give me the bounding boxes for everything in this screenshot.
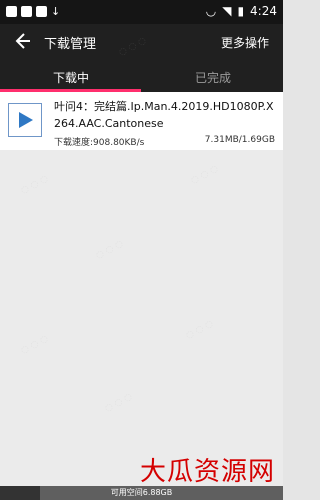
tab-bar: 下载中 已完成	[0, 60, 283, 92]
storage-bar: 可用空间6.88GB	[0, 486, 283, 500]
play-icon[interactable]	[8, 103, 42, 137]
status-icons-right: ◡ ◥ ▮ 4:24	[206, 4, 277, 18]
brand-watermark: 大瓜资源网	[139, 457, 275, 487]
signal-icon: ◥	[222, 4, 232, 18]
notification-icon	[6, 6, 17, 17]
page-title: 下载管理	[44, 37, 97, 52]
time-label: 4:24	[250, 4, 277, 18]
tab-downloading[interactable]: 下载中	[53, 69, 89, 86]
download-item[interactable]: 叶问4：完结篇.Ip.Man.4.2019.HD1080P.X264.AAC.C…	[0, 92, 283, 150]
tab-completed[interactable]: 已完成	[195, 69, 231, 86]
notification-icon	[21, 6, 32, 17]
more-actions-button[interactable]: 更多操作	[221, 34, 269, 51]
wifi-icon: ◡	[205, 4, 217, 18]
storage-label: 可用空间6.88GB	[110, 488, 173, 497]
download-icon: ↓	[51, 5, 61, 18]
content-area	[0, 150, 283, 486]
battery-icon: ▮	[237, 4, 245, 18]
app-icon	[36, 6, 47, 17]
status-icons-left: ↓	[6, 5, 60, 18]
back-arrow-icon[interactable]	[10, 30, 32, 52]
download-size: 7.31MB/1.69GB	[204, 135, 275, 145]
download-filename: 叶问4：完结篇.Ip.Man.4.2019.HD1080P.X264.AAC.C…	[54, 100, 274, 130]
download-speed: 下载速度:908.80KB/s	[54, 138, 145, 148]
status-bar: ↓ ◡ ◥ ▮ 4:24	[0, 0, 283, 24]
